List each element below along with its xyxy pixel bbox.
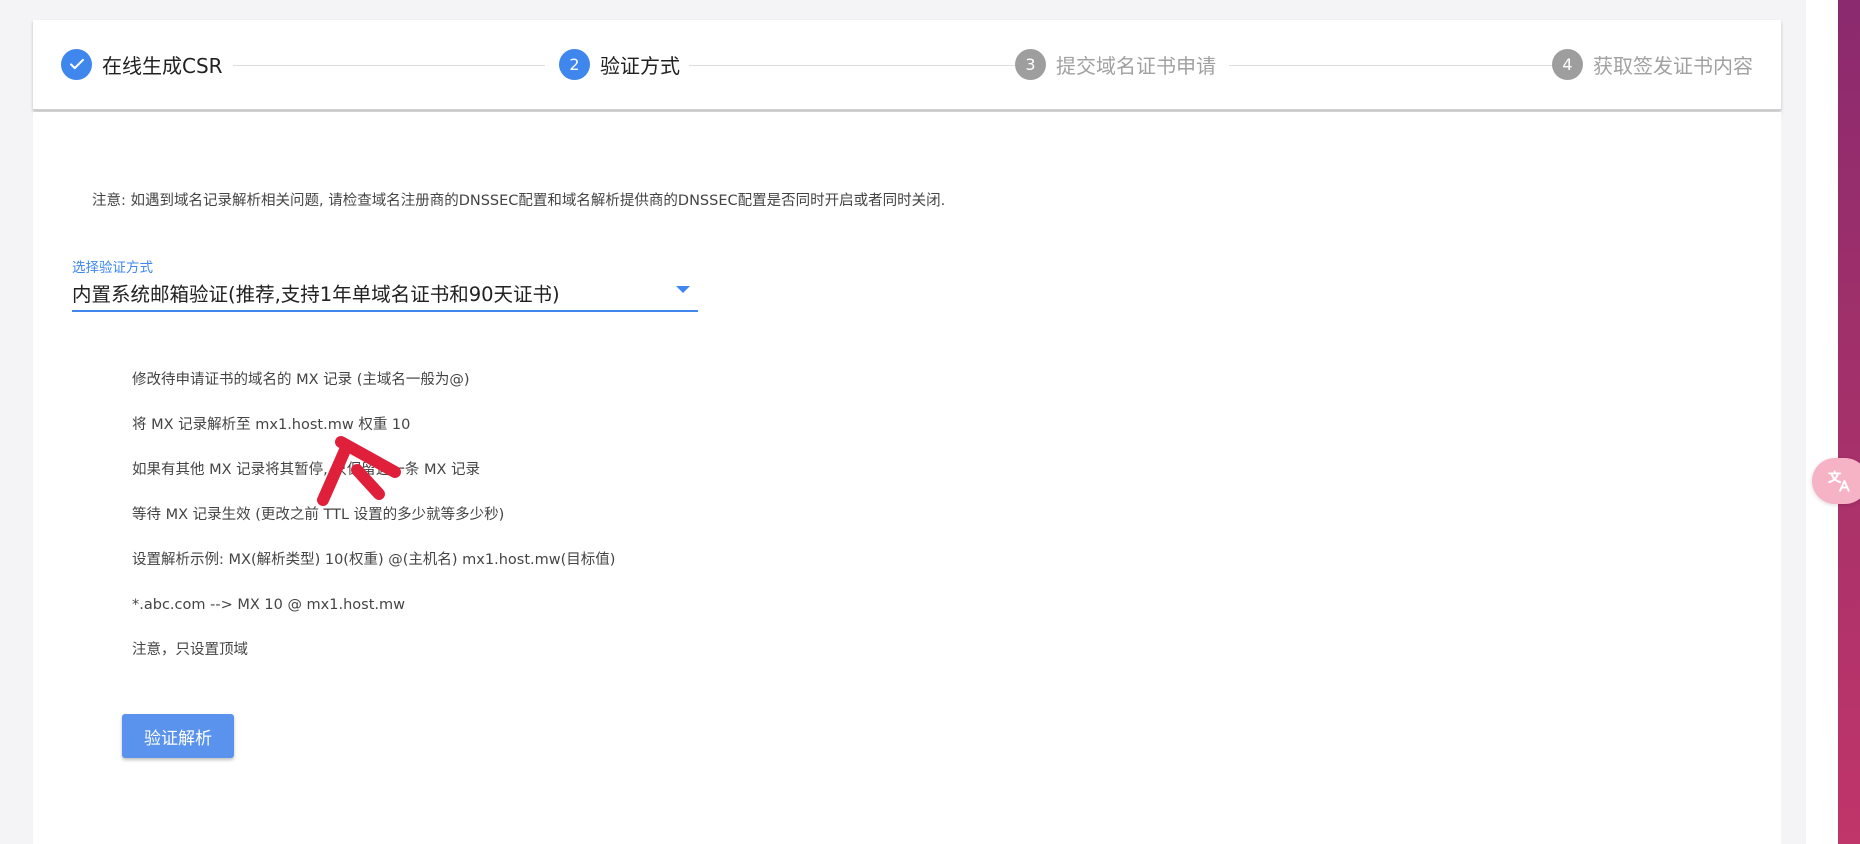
- step-4-label: 获取签发证书内容: [1593, 53, 1753, 78]
- caret-down-icon[interactable]: [676, 286, 690, 293]
- select-underline: [72, 310, 698, 312]
- verification-method-select[interactable]: 选择验证方式 内置系统邮箱验证(推荐,支持1年单域名证书和90天证书): [72, 256, 698, 312]
- step-connector-1: [233, 65, 545, 66]
- stepper: 在线生成CSR 2 验证方式 3 提交域名证书申请 4 获取签发证书内容: [33, 20, 1781, 110]
- desktop-background: [1838, 0, 1860, 844]
- step-2-label: 验证方式: [600, 53, 680, 78]
- step-get-certificate[interactable]: 4 获取签发证书内容: [1552, 48, 1753, 80]
- check-icon: [69, 58, 84, 70]
- step-connector-3: [1229, 65, 1555, 66]
- instruction-list: 修改待申请证书的域名的 MX 记录 (主域名一般为@) 将 MX 记录解析至 m…: [132, 370, 615, 685]
- verify-dns-button[interactable]: 验证解析: [122, 714, 234, 758]
- instruction-item: 修改待申请证书的域名的 MX 记录 (主域名一般为@): [132, 372, 470, 388]
- instruction-item: *.abc.com --> MX 10 @ mx1.host.mw: [132, 597, 405, 613]
- translate-icon: [1828, 470, 1850, 492]
- instruction-item: 等待 MX 记录生效 (更改之前 TTL 设置的多少就等多少秒): [132, 507, 505, 523]
- instruction-item: 设置解析示例: MX(解析类型) 10(权重) @(主机名) mx1.host.…: [132, 552, 616, 568]
- page: 在线生成CSR 2 验证方式 3 提交域名证书申请 4 获取签发证书内容 注意:…: [0, 0, 1860, 844]
- translate-button[interactable]: [1812, 458, 1860, 504]
- step-3-label: 提交域名证书申请: [1056, 53, 1216, 78]
- instruction-item: 注意，只设置顶域: [132, 642, 248, 658]
- step-generate-csr[interactable]: 在线生成CSR: [61, 48, 223, 80]
- step-3-circle: 3: [1015, 48, 1046, 80]
- dnssec-note: 注意: 如遇到域名记录解析相关问题, 请检查域名注册商的DNSSEC配置和域名解…: [92, 193, 946, 209]
- verification-method-label: 选择验证方式: [72, 260, 153, 276]
- step-connector-2: [689, 65, 1027, 66]
- step-2-circle: 2: [559, 48, 590, 80]
- window-edge: [1806, 0, 1838, 844]
- step-1-label: 在线生成CSR: [102, 53, 223, 78]
- arrow-pointer-icon: [317, 436, 401, 506]
- step-1-circle: [61, 48, 92, 80]
- verification-method-value[interactable]: 内置系统邮箱验证(推荐,支持1年单域名证书和90天证书): [72, 278, 560, 307]
- step-submit-application[interactable]: 3 提交域名证书申请: [1015, 48, 1216, 80]
- step-verification-method[interactable]: 2 验证方式: [559, 48, 680, 80]
- step-4-circle: 4: [1552, 48, 1583, 80]
